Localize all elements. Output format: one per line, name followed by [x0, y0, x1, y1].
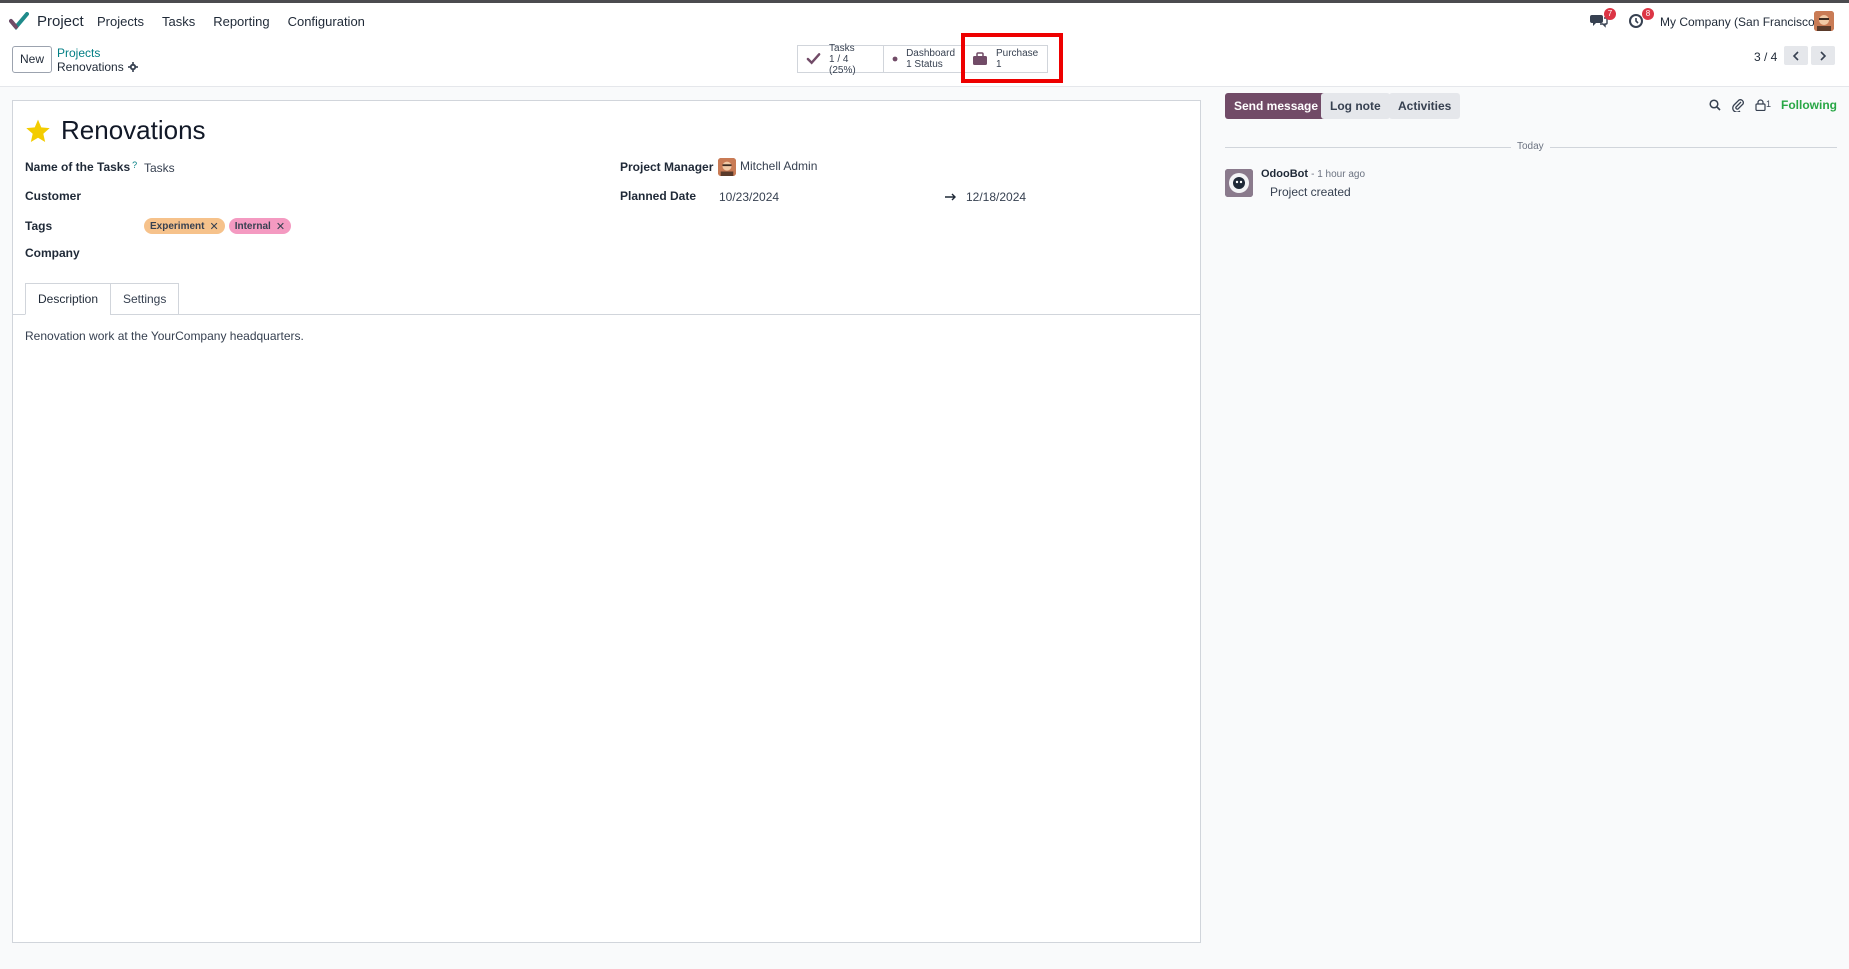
followers-button[interactable]: 1 — [1755, 99, 1771, 111]
tag-experiment-label: Experiment — [150, 220, 205, 232]
remove-tag-icon[interactable]: ✕ — [209, 220, 218, 233]
pager-value[interactable]: 3 / 4 — [1754, 50, 1777, 64]
notebook-tabs: Description Settings — [13, 283, 1200, 315]
search-icon[interactable] — [1709, 99, 1721, 111]
chevron-left-icon — [1792, 50, 1799, 61]
menu-projects[interactable]: Projects — [97, 14, 144, 29]
message-time: - 1 hour ago — [1311, 169, 1366, 180]
form-sheet: Renovations Name of the Tasks? Tasks Cus… — [12, 100, 1201, 943]
message-body: Project created — [1270, 185, 1351, 199]
customer-field[interactable] — [144, 189, 444, 205]
main-navbar: Project Projects Tasks Reporting Configu… — [0, 3, 1849, 39]
chatter-tools: 1 Following — [1709, 98, 1837, 112]
help-tooltip-icon[interactable]: ? — [132, 160, 137, 170]
following-button[interactable]: Following — [1781, 98, 1837, 112]
title-row: Renovations — [25, 115, 206, 146]
dashboard-smart-button[interactable]: Dashboard 1 Status — [883, 45, 964, 73]
name-of-tasks-label-text: Name of the Tasks — [25, 160, 131, 174]
breadcrumb-projects[interactable]: Projects — [57, 46, 100, 60]
tags-label: Tags — [25, 219, 53, 233]
tab-settings[interactable]: Settings — [110, 283, 180, 315]
new-button[interactable]: New — [12, 46, 52, 73]
planned-date-start[interactable]: 10/23/2024 — [719, 190, 779, 204]
activities-button[interactable]: Activities — [1389, 93, 1461, 119]
chevron-right-icon — [1820, 50, 1827, 61]
top-menu: Projects Tasks Reporting Configuration — [97, 14, 383, 29]
dashboard-smart-label: Dashboard — [906, 48, 955, 59]
gear-icon[interactable] — [127, 62, 138, 72]
planned-date-label: Planned Date — [620, 189, 697, 203]
tab-description[interactable]: Description — [25, 283, 112, 315]
odoobot-avatar[interactable] — [1225, 169, 1253, 197]
tag-experiment: Experiment ✕ — [144, 218, 225, 234]
check-icon — [806, 53, 821, 65]
dashboard-smart-value: 1 Status — [906, 59, 943, 70]
company-switcher[interactable]: My Company (San Francisco) — [1660, 15, 1819, 29]
breadcrumb-current-label: Renovations — [57, 60, 124, 74]
name-of-tasks-label: Name of the Tasks? — [25, 160, 137, 174]
followers-count: 1 — [1765, 99, 1771, 109]
control-panel: New Projects Renovations Tasks 1 / 4 (25… — [0, 39, 1849, 87]
company-field[interactable] — [144, 246, 444, 262]
user-avatar[interactable] — [1814, 11, 1834, 31]
pager-next-button[interactable] — [1811, 46, 1835, 65]
menu-tasks[interactable]: Tasks — [162, 14, 195, 29]
tags-field[interactable]: Experiment ✕ Internal ✕ — [144, 218, 295, 234]
activities-clock-icon[interactable]: 8 — [1628, 8, 1654, 30]
project-manager-field[interactable]: Mitchell Admin — [718, 158, 817, 176]
activities-badge: 8 — [1642, 8, 1654, 20]
tasks-smart-value: 1 / 4 (25%) — [829, 53, 856, 76]
project-manager-label: Project Manager — [620, 160, 714, 174]
app-name[interactable]: Project — [37, 13, 84, 30]
tag-internal: Internal ✕ — [228, 218, 292, 234]
project-manager-name: Mitchell Admin — [740, 159, 818, 174]
messages-badge: 7 — [1604, 8, 1616, 20]
breadcrumb-current: Renovations — [57, 60, 138, 74]
paperclip-icon[interactable] — [1731, 98, 1745, 112]
send-message-button[interactable]: Send message — [1225, 93, 1328, 119]
message-author: OdooBot - 1 hour ago — [1261, 168, 1365, 180]
messages-icon[interactable]: 7 — [1590, 8, 1616, 30]
tasks-smart-button[interactable]: Tasks 1 / 4 (25%) — [797, 42, 884, 76]
menu-configuration[interactable]: Configuration — [288, 14, 365, 29]
description-text[interactable]: Renovation work at the YourCompany headq… — [25, 329, 304, 343]
purchase-highlight-box — [961, 33, 1063, 83]
company-label: Company — [25, 246, 80, 260]
menu-reporting[interactable]: Reporting — [213, 14, 269, 29]
arrow-right-icon — [945, 193, 956, 201]
pager-previous-button[interactable] — [1784, 46, 1808, 65]
tasks-smart-label: Tasks — [829, 42, 855, 54]
manager-avatar — [718, 158, 736, 176]
lock-icon — [1755, 99, 1766, 111]
favorite-star-icon[interactable] — [25, 118, 51, 144]
planned-date-end[interactable]: 12/18/2024 — [966, 190, 1026, 204]
tag-internal-label: Internal — [234, 220, 271, 232]
status-dot-icon — [892, 56, 898, 62]
day-separator: Today — [1511, 141, 1550, 152]
log-note-button[interactable]: Log note — [1321, 93, 1390, 119]
message-author-name[interactable]: OdooBot — [1261, 168, 1308, 180]
remove-tag-icon[interactable]: ✕ — [276, 220, 285, 233]
project-app-icon[interactable] — [9, 12, 29, 30]
name-of-tasks-field[interactable]: Tasks — [144, 161, 175, 175]
project-title[interactable]: Renovations — [61, 115, 206, 146]
customer-label: Customer — [25, 189, 82, 203]
